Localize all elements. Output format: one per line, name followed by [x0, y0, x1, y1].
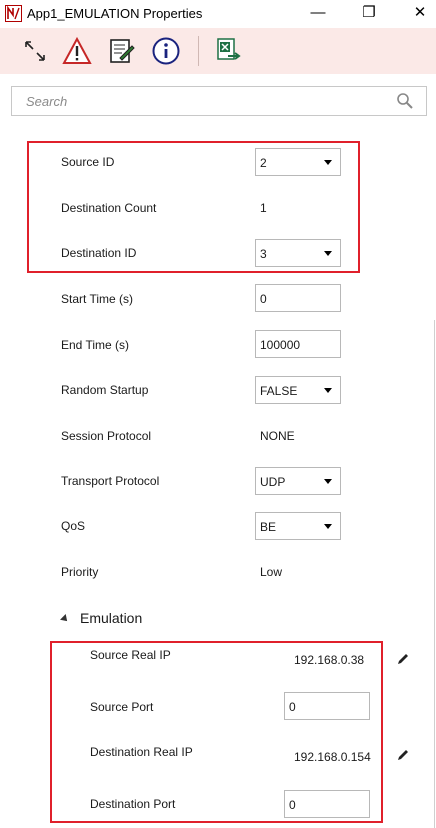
transport-protocol-label: Transport Protocol — [61, 474, 160, 488]
chevron-down-icon — [324, 479, 332, 484]
random-startup-value: FALSE — [260, 384, 298, 398]
destination-id-label: Destination ID — [61, 246, 137, 260]
source-port-label: Source Port — [90, 700, 154, 714]
edit-pencil-icon[interactable] — [396, 748, 410, 762]
source-id-dropdown[interactable]: 2 — [255, 148, 341, 176]
source-real-ip-label: Source Real IP — [90, 648, 171, 662]
emulation-section-header[interactable]: Emulation — [80, 610, 142, 626]
scrollbar-track[interactable] — [434, 320, 435, 828]
excel-export-icon[interactable] — [214, 36, 244, 66]
destination-id-value: 3 — [260, 247, 267, 261]
search-input[interactable]: Search — [26, 94, 67, 109]
qos-value: BE — [260, 520, 277, 534]
destination-port-input[interactable]: 0 — [284, 790, 370, 818]
random-startup-label: Random Startup — [61, 383, 149, 397]
end-time-label: End Time (s) — [61, 338, 130, 352]
chevron-down-icon — [324, 524, 332, 529]
transport-protocol-value: UDP — [260, 475, 286, 489]
info-icon[interactable] — [151, 36, 181, 66]
chevron-down-icon — [324, 388, 332, 393]
destination-port-value: 0 — [289, 798, 296, 812]
notes-icon[interactable] — [106, 36, 136, 66]
search-box[interactable]: Search — [11, 86, 427, 116]
search-icon[interactable] — [396, 92, 414, 110]
source-port-value: 0 — [289, 700, 296, 714]
start-time-label: Start Time (s) — [61, 292, 134, 306]
qos-dropdown[interactable]: BE — [255, 512, 341, 540]
toolbar-separator — [198, 36, 199, 66]
priority-label: Priority — [61, 565, 99, 579]
close-button[interactable]: ✕ — [408, 3, 432, 23]
chevron-down-icon — [324, 251, 332, 256]
qos-label: QoS — [61, 519, 86, 533]
start-time-input[interactable]: 0 — [255, 284, 341, 312]
collapse-triangle-icon[interactable] — [60, 614, 70, 624]
toolbar — [0, 28, 436, 74]
chevron-down-icon — [324, 160, 332, 165]
restore-button[interactable]: ❐ — [357, 3, 381, 23]
edit-pencil-icon[interactable] — [396, 652, 410, 666]
warning-icon[interactable] — [62, 36, 92, 66]
end-time-value: 100000 — [260, 338, 301, 352]
transport-protocol-dropdown[interactable]: UDP — [255, 467, 341, 495]
minimize-button[interactable]: — — [306, 3, 330, 23]
session-protocol-label: Session Protocol — [61, 429, 152, 443]
title-bar: App1_EMULATION Properties — ❐ ✕ — [0, 0, 436, 28]
end-time-input[interactable]: 100000 — [255, 330, 341, 358]
destination-real-ip-value: 192.168.0.154 — [294, 750, 371, 764]
start-time-value: 0 — [260, 292, 267, 306]
app-logo-icon — [5, 5, 22, 22]
window-title: App1_EMULATION Properties — [27, 6, 203, 21]
destination-port-label: Destination Port — [90, 797, 176, 811]
destination-real-ip-label: Destination Real IP — [90, 745, 193, 759]
source-id-value: 2 — [260, 156, 267, 170]
expand-collapse-icon[interactable] — [20, 36, 50, 66]
source-real-ip-value: 192.168.0.38 — [294, 653, 365, 667]
priority-value: Low — [260, 565, 283, 579]
source-port-input[interactable]: 0 — [284, 692, 370, 720]
session-protocol-value: NONE — [260, 429, 295, 443]
destination-count-label: Destination Count — [61, 201, 157, 215]
destination-id-dropdown[interactable]: 3 — [255, 239, 341, 267]
source-id-label: Source ID — [61, 155, 115, 169]
destination-count-value: 1 — [260, 201, 267, 215]
random-startup-dropdown[interactable]: FALSE — [255, 376, 341, 404]
